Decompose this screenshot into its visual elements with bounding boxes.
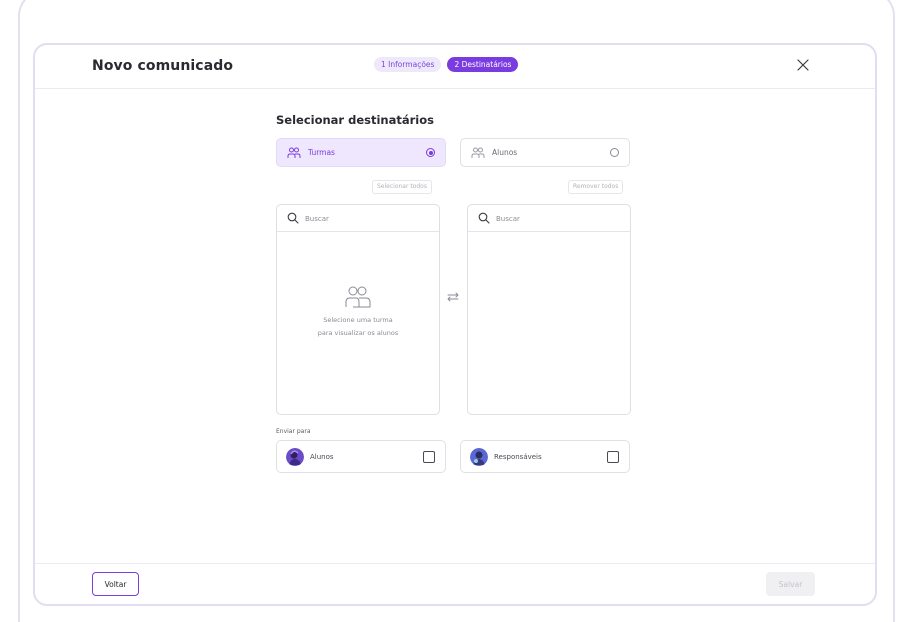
source-search <box>277 205 439 232</box>
source-search-input[interactable] <box>305 211 430 226</box>
guardian-avatar <box>470 448 488 466</box>
modal-header: Novo comunicado 1 Informações 2 Destinat… <box>35 45 875 89</box>
back-button[interactable]: Voltar <box>92 572 139 596</box>
option-alunos-label: Alunos <box>492 148 518 157</box>
step-informacoes[interactable]: 1 Informações <box>374 57 442 72</box>
close-button[interactable] <box>795 57 811 73</box>
section-title: Selecionar destinatários <box>276 113 434 127</box>
users-icon <box>471 147 485 158</box>
empty-state-line2: para visualizar os alunos <box>317 329 399 337</box>
step-destinatarios[interactable]: 2 Destinatários <box>447 57 519 72</box>
send-to-alunos[interactable]: Alunos <box>276 440 446 473</box>
new-announcement-modal: Novo comunicado 1 Informações 2 Destinat… <box>33 43 877 606</box>
alunos-checkbox[interactable] <box>423 451 435 463</box>
target-search <box>468 205 630 232</box>
option-turmas-label: Turmas <box>308 148 335 157</box>
option-alunos[interactable]: Alunos <box>460 138 630 167</box>
close-icon <box>797 59 809 71</box>
footer-divider <box>35 563 875 564</box>
option-turmas[interactable]: Turmas <box>276 138 446 167</box>
send-to-responsaveis[interactable]: Responsáveis <box>460 440 630 473</box>
alunos-radio[interactable] <box>610 148 619 157</box>
target-search-input[interactable] <box>496 211 621 226</box>
empty-state-line1: Selecione uma turma <box>323 316 393 324</box>
swap-arrows-icon <box>447 292 459 302</box>
turmas-radio[interactable] <box>426 148 435 157</box>
remove-all-button[interactable]: Remover todos <box>568 180 624 194</box>
responsaveis-checkbox[interactable] <box>607 451 619 463</box>
send-to-alunos-label: Alunos <box>310 453 334 461</box>
source-list-panel: Selecione uma turma para visualizar os a… <box>276 204 440 415</box>
target-list-panel <box>467 204 631 415</box>
send-to-label: Enviar para <box>276 428 311 435</box>
stepper: 1 Informações 2 Destinatários <box>374 57 519 72</box>
select-all-button[interactable]: Selecionar todos <box>372 180 432 194</box>
users-empty-icon <box>345 286 371 308</box>
search-icon <box>287 212 299 224</box>
search-icon <box>478 212 490 224</box>
users-icon <box>287 147 301 158</box>
student-avatar <box>286 448 304 466</box>
save-button[interactable]: Salvar <box>766 572 815 596</box>
modal-title: Novo comunicado <box>92 58 234 74</box>
send-to-responsaveis-label: Responsáveis <box>494 453 542 461</box>
